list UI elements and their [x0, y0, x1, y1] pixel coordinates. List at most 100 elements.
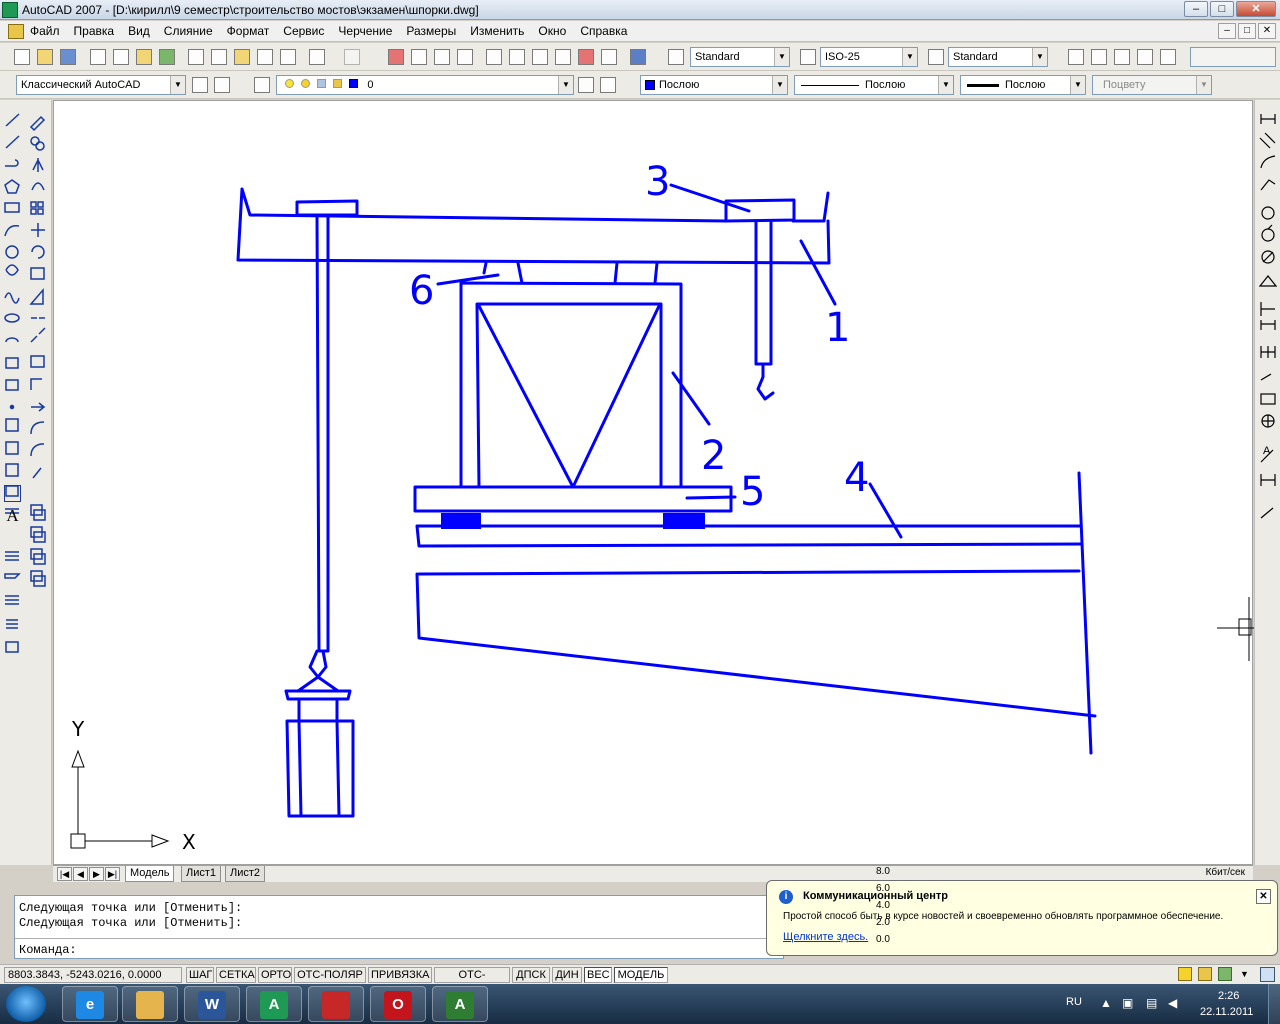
menu-dimension[interactable]: Размеры — [406, 24, 456, 38]
tab-model[interactable]: Модель — [125, 866, 175, 882]
balloon-link[interactable]: Щелкните здесь. — [783, 931, 868, 943]
color-select[interactable]: Послою ▼ — [640, 75, 788, 95]
lock-icon[interactable] — [1198, 967, 1212, 981]
make-current-layer-icon[interactable] — [578, 77, 594, 93]
zoom-previous-icon[interactable] — [457, 49, 473, 65]
taskbar-app-acrobat[interactable] — [308, 986, 364, 1022]
tab-sheet2[interactable]: Лист2 — [225, 866, 266, 882]
table-style-icon[interactable] — [928, 49, 944, 65]
snap-toggle[interactable]: ШАГ — [186, 967, 214, 983]
cut-icon[interactable] — [188, 49, 204, 65]
taskbar-app-opera[interactable]: O — [370, 986, 426, 1022]
prev-tab-button[interactable]: ◀ — [73, 867, 88, 881]
linetype-select[interactable]: Послою ▼ — [794, 75, 954, 95]
viewport-scale-select[interactable] — [1190, 47, 1276, 67]
restore-button[interactable]: □ — [1210, 1, 1234, 17]
tool-palettes-icon[interactable] — [532, 49, 548, 65]
close-button[interactable]: ✕ — [1236, 1, 1276, 17]
dim-style-icon[interactable] — [800, 49, 816, 65]
communication-center-balloon[interactable]: i Коммуникационный центр ✕ Простой спосо… — [766, 880, 1278, 956]
warning-icon[interactable] — [1178, 967, 1192, 981]
table-icon[interactable] — [4, 485, 21, 502]
calculator-icon[interactable] — [601, 49, 617, 65]
layer-properties-icon[interactable] — [254, 77, 270, 93]
text-style-icon[interactable] — [668, 49, 684, 65]
show-desktop-button[interactable] — [1268, 984, 1280, 1024]
open-icon[interactable] — [37, 49, 53, 65]
action-center-icon[interactable]: ▤ — [1146, 996, 1157, 1010]
communication-center-icon[interactable] — [1218, 967, 1232, 981]
lineweight-toggle[interactable]: ВЕС — [584, 967, 612, 983]
grid-toggle[interactable]: СЕТКА — [216, 967, 256, 983]
osnap-toggle[interactable]: ПРИВЯЗКА — [368, 967, 432, 983]
ortho-toggle[interactable]: ОРТО — [258, 967, 292, 983]
my-workspace-icon[interactable] — [214, 77, 230, 93]
paste-icon[interactable] — [234, 49, 250, 65]
save-icon[interactable] — [60, 49, 76, 65]
sheet-set-icon[interactable] — [555, 49, 571, 65]
workspace-settings-icon[interactable] — [192, 77, 208, 93]
menu-modify[interactable]: Изменить — [470, 24, 524, 38]
copy-icon[interactable] — [211, 49, 227, 65]
last-tab-button[interactable]: ▶| — [105, 867, 120, 881]
coordinates-display[interactable]: 8803.3843, -5243.0216, 0.0000 — [4, 967, 182, 983]
polar-toggle[interactable]: ОТС-ПОЛЯР — [294, 967, 366, 983]
taskbar-app-autocad[interactable]: A — [246, 986, 302, 1022]
clock-time[interactable]: 2:26 — [1218, 990, 1239, 1002]
help-icon[interactable] — [630, 49, 646, 65]
command-prompt[interactable]: Команда: — [19, 943, 77, 957]
start-button[interactable] — [6, 986, 46, 1022]
status-menu-icon[interactable]: ▼ — [1240, 969, 1249, 979]
minimize-button[interactable]: – — [1184, 1, 1208, 17]
first-tab-button[interactable]: |◀ — [57, 867, 72, 881]
taskbar-app-word[interactable]: W — [184, 986, 240, 1022]
dim-style-select[interactable]: ISO-25 ▼ — [820, 47, 918, 67]
menu-edit[interactable]: Правка — [74, 24, 115, 38]
doc-close-button[interactable]: ✕ — [1258, 23, 1276, 39]
ducs-toggle[interactable]: ДПСК — [512, 967, 550, 983]
viewport-icon[interactable] — [1068, 49, 1084, 65]
doc-minimize-button[interactable]: – — [1218, 23, 1236, 39]
plot-style-select[interactable]: Поцвету ▼ — [1092, 75, 1212, 95]
layer-previous-icon[interactable] — [600, 77, 616, 93]
volume-icon[interactable]: ◀ — [1168, 996, 1177, 1010]
properties-icon[interactable] — [486, 49, 502, 65]
plot-icon[interactable] — [90, 49, 106, 65]
redo-icon[interactable] — [344, 49, 360, 65]
match-properties-icon[interactable] — [257, 49, 273, 65]
clean-screen-icon[interactable] — [1260, 967, 1275, 982]
plot-preview-icon[interactable] — [113, 49, 129, 65]
menu-draw[interactable]: Черчение — [338, 24, 392, 38]
publish-icon[interactable] — [136, 49, 152, 65]
polygonal-viewport-icon[interactable] — [1114, 49, 1130, 65]
tab-sheet1[interactable]: Лист1 — [181, 866, 222, 882]
undo-icon[interactable] — [309, 49, 325, 65]
drawing-canvas[interactable]: 1 2 3 4 5 6 Y X — [53, 100, 1254, 865]
design-center-icon[interactable] — [509, 49, 525, 65]
taskbar-app-other[interactable]: A — [432, 986, 488, 1022]
clip-viewport-icon[interactable] — [1160, 49, 1176, 65]
multiline-text-icon[interactable]: A — [4, 507, 21, 524]
document-icon[interactable] — [8, 24, 24, 39]
balloon-close-button[interactable]: ✕ — [1256, 889, 1271, 904]
taskbar-app-ie[interactable]: e — [62, 986, 118, 1022]
zoom-realtime-icon[interactable] — [411, 49, 427, 65]
markup-icon[interactable] — [578, 49, 594, 65]
lineweight-select[interactable]: Послою ▼ — [960, 75, 1086, 95]
next-tab-button[interactable]: ▶ — [89, 867, 104, 881]
convert-viewport-icon[interactable] — [1137, 49, 1153, 65]
network-icon[interactable]: ▣ — [1122, 996, 1133, 1010]
zoom-window-icon[interactable] — [434, 49, 450, 65]
block-editor-icon[interactable] — [280, 49, 296, 65]
menu-file[interactable]: Файл — [30, 24, 60, 38]
menu-window[interactable]: Окно — [538, 24, 566, 38]
pan-icon[interactable] — [388, 49, 404, 65]
menu-merge[interactable]: Слияние — [164, 24, 213, 38]
layer-select[interactable]: 0 ▼ — [276, 75, 574, 95]
table-style-select[interactable]: Standard ▼ — [948, 47, 1048, 67]
otrack-toggle[interactable]: ОТС-ОБЪЕКТ — [434, 967, 510, 995]
autocad-app-icon[interactable] — [2, 2, 18, 18]
new-icon[interactable] — [14, 49, 30, 65]
workspace-select[interactable]: Классический AutoCAD ▼ — [16, 75, 186, 95]
menu-view[interactable]: Вид — [128, 24, 150, 38]
